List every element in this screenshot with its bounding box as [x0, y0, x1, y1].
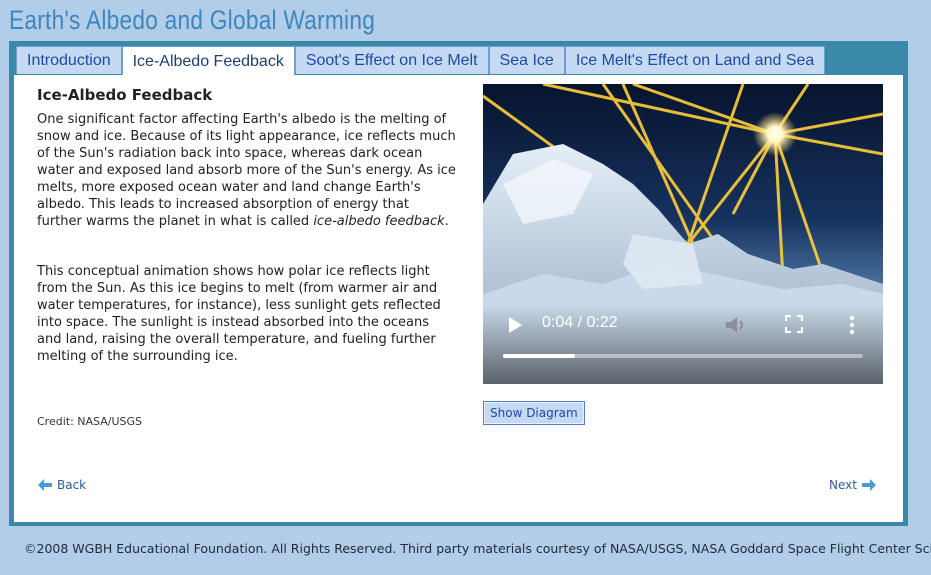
app-title: Earth's Albedo and Global Warming: [9, 5, 376, 35]
back-label: Back: [57, 478, 87, 492]
paragraph-intro-end: .: [444, 214, 449, 229]
next-button[interactable]: Next: [829, 478, 876, 492]
tab-sea-ice[interactable]: Sea Ice: [488, 46, 565, 74]
arrow-left-icon: [38, 479, 52, 491]
tab-introduction[interactable]: Introduction: [16, 46, 122, 74]
tab-ice-albedo-feedback[interactable]: Ice-Albedo Feedback: [121, 46, 295, 77]
more-options-icon[interactable]: [849, 315, 855, 335]
play-icon[interactable]: [507, 316, 523, 334]
main-frame: Introduction Ice-Albedo Feedback Soot's …: [9, 41, 908, 526]
volume-icon[interactable]: [725, 316, 747, 334]
term-ice-albedo-feedback: ice-albedo feedback: [313, 214, 445, 229]
paragraph-animation: This conceptual animation shows how pola…: [37, 264, 441, 364]
tab-soots-effect[interactable]: Soot's Effect on Ice Melt: [294, 46, 489, 74]
credit-text: Credit: NASA/USGS: [37, 415, 142, 428]
fullscreen-icon[interactable]: [785, 315, 803, 333]
video-time-display: 0:04 / 0:22: [542, 314, 618, 331]
section-heading: Ice-Albedo Feedback: [37, 86, 213, 104]
arrow-right-icon: [862, 479, 876, 491]
video-progress-bar[interactable]: [503, 354, 863, 358]
video-player[interactable]: 0:04 / 0:22: [483, 84, 883, 384]
footer-copyright: ©2008 WGBH Educational Foundation. All R…: [24, 541, 931, 556]
paragraph-intro: One significant factor affecting Earth's…: [37, 111, 457, 230]
video-progress-fill: [503, 354, 575, 358]
tab-ice-melt-effect[interactable]: Ice Melt's Effect on Land and Sea: [564, 46, 826, 74]
paragraph-intro-text: One significant factor affecting Earth's…: [37, 112, 456, 229]
back-button[interactable]: Back: [38, 478, 86, 492]
tab-bar: Introduction Ice-Albedo Feedback Soot's …: [16, 45, 826, 77]
next-label: Next: [829, 478, 857, 492]
show-diagram-button[interactable]: Show Diagram: [483, 401, 585, 425]
content-panel: Ice-Albedo Feedback One significant fact…: [14, 75, 903, 522]
